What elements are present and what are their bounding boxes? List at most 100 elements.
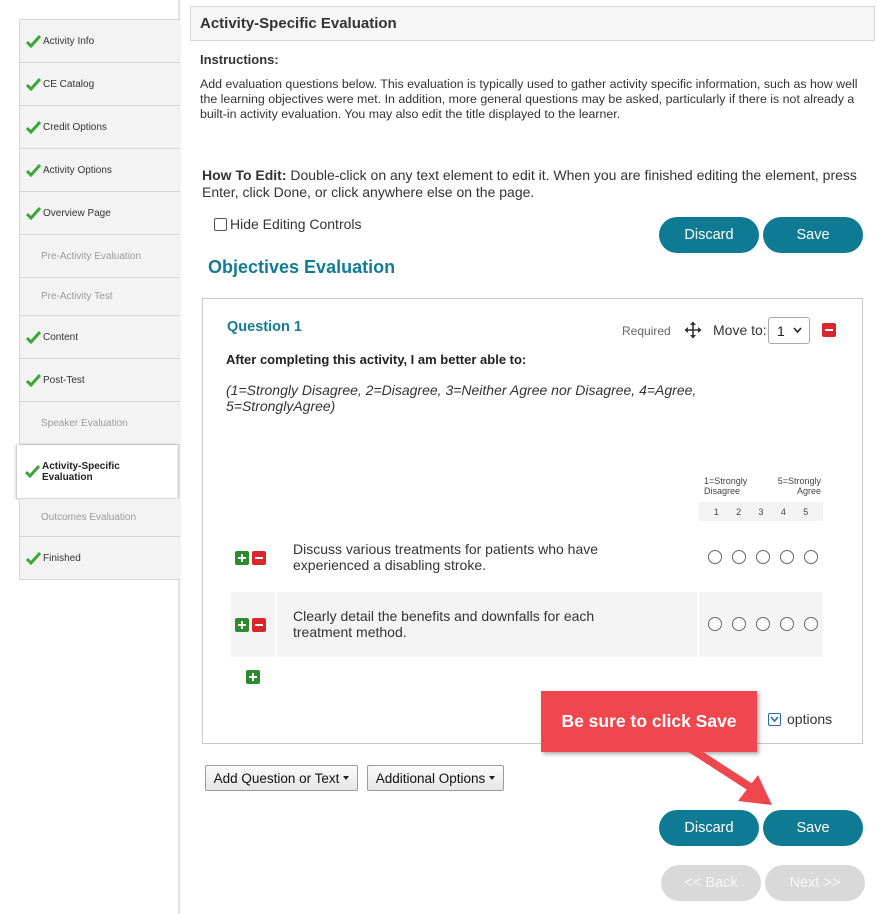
scale-number: 5: [803, 506, 809, 517]
row-text-cell: Clearly detail the benefits and downfall…: [277, 592, 697, 657]
check-icon: [25, 465, 40, 478]
radio-option[interactable]: [756, 550, 770, 564]
sidebar-nav: Activity Info CE Catalog Credit Options …: [16, 19, 180, 580]
check-icon: [26, 206, 41, 220]
check-icon: [26, 373, 41, 387]
row-radio-cell: [699, 592, 823, 657]
check-icon: [26, 551, 41, 565]
callout-arrow-icon: [678, 739, 772, 805]
sidebar-item-content[interactable]: Content: [19, 316, 180, 359]
sidebar-divider-shadow: [180, 0, 181, 914]
radio-option[interactable]: [804, 550, 818, 564]
scale-left-line-1: 1=Strongly: [704, 476, 748, 486]
add-row-button[interactable]: [235, 618, 249, 632]
radio-option[interactable]: [780, 617, 794, 631]
radio-option[interactable]: [756, 617, 770, 631]
scale-numbers: 1 2 3 4 5: [699, 502, 823, 521]
sidebar-item-label: Outcomes Evaluation: [41, 512, 137, 523]
row-controls: [231, 525, 275, 590]
how-to-edit-label: How To Edit:: [202, 167, 287, 183]
page-title-bar: Activity-Specific Evaluation: [190, 6, 875, 41]
next-button[interactable]: Next >>: [765, 865, 865, 901]
page-title: Activity-Specific Evaluation: [200, 15, 397, 32]
add-row-button[interactable]: [235, 551, 249, 565]
discard-button-bottom[interactable]: Discard: [659, 810, 759, 846]
table-row: Discuss various treatments for patients …: [231, 525, 823, 590]
sidebar-item-label: Pre-Activity Evaluation: [41, 250, 142, 262]
question-title[interactable]: Question 1: [227, 319, 302, 335]
check-icon: [26, 330, 41, 344]
sidebar-item-label: Activity Options: [43, 164, 112, 176]
sidebar-item-label: Overview Page: [43, 207, 111, 219]
row-radio-cell: [699, 525, 823, 590]
sidebar-item-outcomes-evaluation[interactable]: Outcomes Evaluation: [19, 499, 180, 537]
radio-option[interactable]: [804, 617, 818, 631]
discard-button-top[interactable]: Discard: [659, 217, 759, 253]
sidebar-item-overview-page[interactable]: Overview Page: [19, 192, 180, 235]
required-toggle[interactable]: Required: [622, 324, 671, 338]
instructions-text: Add evaluation questions below. This eva…: [200, 77, 858, 121]
sidebar-item-pre-activity-test[interactable]: Pre-Activity Test: [19, 278, 180, 316]
sidebar-item-label: Activity-Specific Evaluation: [42, 460, 120, 483]
sidebar-item-finished[interactable]: Finished: [19, 537, 180, 580]
scale-right-line-2: Agree: [796, 486, 821, 496]
save-button-top[interactable]: Save: [763, 217, 863, 253]
question-panel: Question 1 Required Move to: 1 After com…: [202, 298, 863, 744]
save-button-bottom[interactable]: Save: [763, 810, 863, 846]
sidebar-item-pre-activity-evaluation[interactable]: Pre-Activity Evaluation: [19, 235, 180, 278]
question-scale-text[interactable]: (1=Strongly Disagree, 2=Disagree, 3=Neit…: [226, 382, 726, 414]
hide-editing-controls-label: Hide Editing Controls: [230, 216, 362, 232]
add-question-button[interactable]: Add Question or Text: [205, 765, 358, 791]
remove-row-button[interactable]: [252, 551, 266, 565]
sidebar-item-post-test[interactable]: Post-Test: [19, 359, 180, 402]
sidebar-item-label: Pre-Activity Test: [41, 291, 113, 302]
sidebar-item-label: CE Catalog: [43, 78, 95, 90]
scale-number: 3: [758, 506, 764, 517]
instructions-title: Instructions:: [200, 52, 279, 67]
sidebar-item-activity-info[interactable]: Activity Info: [19, 20, 180, 63]
sidebar-item-label: Finished: [43, 552, 81, 564]
move-to-select[interactable]: 1: [768, 317, 810, 344]
scale-header: 1=Strongly Disagree 5=Strongly Agree 1 2…: [699, 475, 823, 522]
section-title[interactable]: Objectives Evaluation: [208, 257, 395, 278]
how-to-edit: How To Edit: Double-click on any text el…: [202, 167, 872, 200]
sidebar-item-activity-options[interactable]: Activity Options: [19, 149, 180, 192]
back-button[interactable]: << Back: [661, 865, 761, 901]
add-statement-button-wrap: [246, 670, 260, 684]
remove-question-button[interactable]: [822, 323, 836, 337]
hide-editing-controls-checkbox[interactable]: [214, 217, 227, 231]
additional-options-button[interactable]: Additional Options: [367, 765, 504, 791]
hide-editing-controls[interactable]: Hide Editing Controls: [214, 216, 362, 232]
scale-number: 2: [736, 506, 742, 517]
sidebar-item-speaker-evaluation[interactable]: Speaker Evaluation: [19, 402, 180, 445]
sidebar-item-ce-catalog[interactable]: CE Catalog: [19, 63, 180, 106]
row-text-cell: Discuss various treatments for patients …: [277, 525, 697, 590]
add-question-label: Add Question or Text: [213, 770, 340, 786]
table-row: Clearly detail the benefits and downfall…: [231, 592, 823, 657]
radio-option[interactable]: [732, 617, 746, 631]
options-label: options: [787, 711, 833, 727]
row-statement[interactable]: Clearly detail the benefits and downfall…: [293, 608, 623, 640]
radio-option[interactable]: [708, 617, 722, 631]
row-statement[interactable]: Discuss various treatments for patients …: [293, 541, 623, 573]
radio-option[interactable]: [732, 550, 746, 564]
row-controls: [231, 592, 275, 657]
sidebar-item-label: Credit Options: [43, 121, 107, 133]
scale-right-label[interactable]: 5=Strongly Agree: [778, 476, 821, 496]
question-prompt[interactable]: After completing this activity, I am bet…: [226, 352, 526, 367]
remove-row-button[interactable]: [252, 618, 266, 632]
sidebar-item-credit-options[interactable]: Credit Options: [19, 106, 180, 149]
options-toggle[interactable]: options: [768, 711, 832, 727]
move-icon[interactable]: [684, 321, 702, 339]
move-to-label: Move to:: [713, 322, 767, 338]
add-statement-button[interactable]: [246, 670, 260, 684]
check-icon: [26, 163, 41, 177]
caret-down-icon: [489, 776, 496, 780]
check-icon: [26, 120, 41, 134]
sidebar-item-activity-specific-evaluation[interactable]: Activity-Specific Evaluation: [16, 445, 177, 499]
radio-option[interactable]: [708, 550, 722, 564]
move-to-value: 1: [777, 322, 785, 339]
scale-left-label[interactable]: 1=Strongly Disagree: [704, 476, 747, 496]
radio-option[interactable]: [780, 550, 794, 564]
scale-number: 1: [713, 506, 719, 517]
